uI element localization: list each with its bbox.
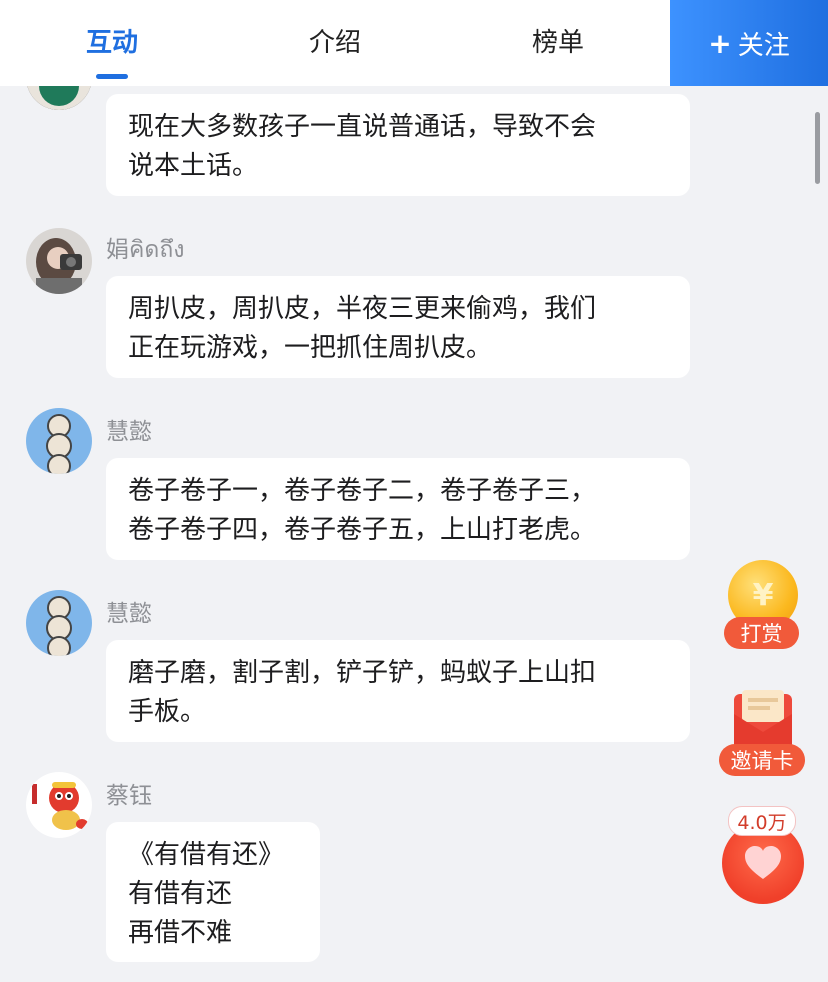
comment-line: 说本土话。 bbox=[128, 151, 259, 181]
follow-label: 关注 bbox=[737, 30, 790, 61]
plus-icon: + bbox=[708, 26, 732, 60]
comment-line: 现在大多数孩子一直说普通话，导致不会 bbox=[128, 112, 597, 142]
comment-line: 手板。 bbox=[128, 697, 207, 727]
comment-line: 磨子磨，割子割，铲子铲，蚂蚁子上山扣 bbox=[128, 658, 597, 688]
comment-bubble: 磨子磨，割子割，铲子铲，蚂蚁子上山扣 手板。 bbox=[106, 640, 690, 742]
comment-bubble: 《有借有还》 有借有还 再借不难 bbox=[106, 822, 320, 962]
comment-bubble: 卷子卷子一，卷子卷子二，卷子卷子三， 卷子卷子四，卷子卷子五，上山打老虎。 bbox=[106, 458, 690, 560]
avatar-image bbox=[26, 408, 92, 474]
comment-line: 卷子卷子四，卷子卷子五，上山打老虎。 bbox=[128, 515, 597, 545]
comment-line: 正在玩游戏，一把抓住周扒皮。 bbox=[128, 333, 493, 363]
follow-button[interactable]: + 关注 bbox=[670, 0, 828, 86]
tip-button[interactable]: 打赏 bbox=[724, 617, 799, 649]
avatar-image bbox=[26, 228, 92, 294]
active-tab-indicator bbox=[96, 74, 128, 79]
tab-ranking[interactable]: 榜单 bbox=[498, 22, 618, 59]
avatar-image bbox=[26, 590, 92, 656]
invite-card-button[interactable]: 邀请卡 bbox=[719, 744, 805, 776]
lion-dance-avatar-image bbox=[26, 772, 92, 838]
username[interactable]: 慧懿 bbox=[106, 594, 152, 628]
username[interactable]: 慧懿 bbox=[106, 412, 152, 446]
avatar[interactable] bbox=[26, 590, 92, 656]
red-envelope-icon[interactable] bbox=[734, 690, 792, 752]
heart-icon bbox=[745, 846, 781, 879]
comment-line: 卷子卷子一，卷子卷子二，卷子卷子三， bbox=[128, 476, 597, 506]
avatar[interactable] bbox=[26, 228, 92, 294]
avatar[interactable] bbox=[26, 772, 92, 838]
like-count-badge: 4.0万 bbox=[728, 806, 796, 836]
comment-bubble: 周扒皮，周扒皮，半夜三更来偷鸡，我们 正在玩游戏，一把抓住周扒皮。 bbox=[106, 276, 690, 378]
comment-line: 再借不难 bbox=[128, 918, 233, 948]
comment-line: 周扒皮，周扒皮，半夜三更来偷鸡，我们 bbox=[128, 294, 597, 324]
scrollbar[interactable] bbox=[815, 112, 820, 184]
avatar[interactable] bbox=[26, 408, 92, 474]
top-tab-bar: 互动 介绍 榜单 + 关注 bbox=[0, 0, 828, 86]
comment-bubble: 现在大多数孩子一直说普通话，导致不会 说本土话。 bbox=[106, 94, 690, 196]
tab-intro[interactable]: 介绍 bbox=[275, 22, 395, 59]
comment-line: 有借有还 bbox=[128, 879, 233, 909]
username[interactable]: 娟คิดถึง bbox=[106, 230, 184, 268]
tab-interact[interactable]: 互动 bbox=[52, 22, 172, 59]
username[interactable]: 蔡钰 bbox=[106, 776, 152, 810]
comment-line: 《有借有还》 bbox=[128, 840, 285, 870]
